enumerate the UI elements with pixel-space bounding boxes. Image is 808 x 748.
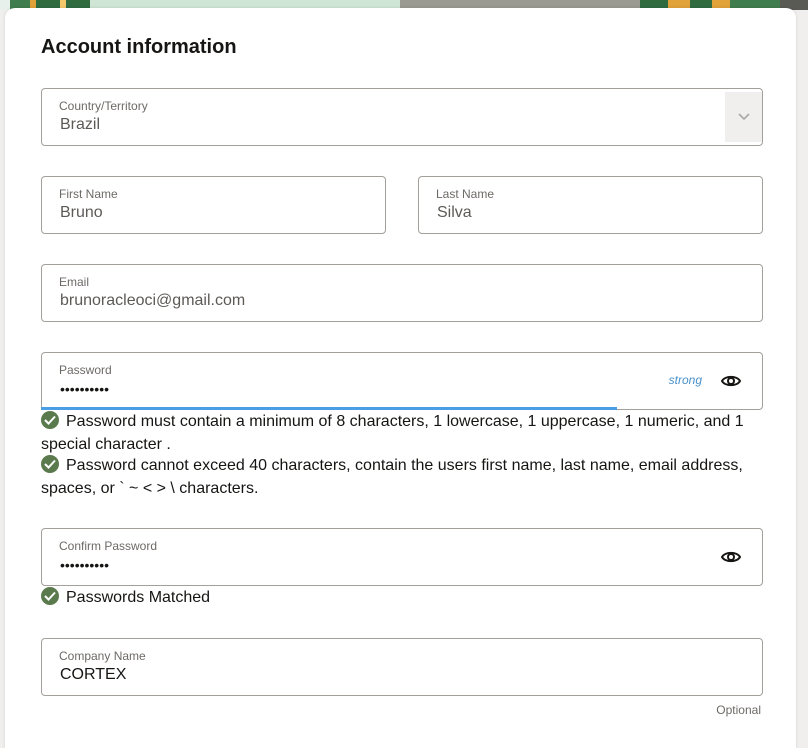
first-name-label: First Name xyxy=(59,187,118,201)
confirm-password-field[interactable]: Confirm Password •••••••••• xyxy=(41,528,763,586)
passwords-matched-message: Passwords Matched xyxy=(41,586,761,609)
password-field[interactable]: Password •••••••••• strong xyxy=(41,352,763,410)
confirm-password-value[interactable]: •••••••••• xyxy=(60,557,109,573)
password-label: Password xyxy=(59,363,112,377)
confirm-password-label: Confirm Password xyxy=(59,539,158,553)
last-name-value[interactable]: Silva xyxy=(437,204,472,222)
password-rule-1: Password must contain a minimum of 8 cha… xyxy=(41,410,761,456)
email-value[interactable]: brunoracleoci@gmail.com xyxy=(60,292,245,310)
country-label: Country/Territory xyxy=(59,99,148,113)
company-name-label: Company Name xyxy=(59,649,146,663)
password-rule-1-text: Password must contain a minimum of 8 cha… xyxy=(41,413,744,453)
company-name-field[interactable]: Company Name CORTEX xyxy=(41,638,763,696)
passwords-matched-text: Passwords Matched xyxy=(66,589,211,606)
password-strength-label: strong xyxy=(668,373,702,387)
password-value[interactable]: •••••••••• xyxy=(60,381,109,397)
email-field[interactable]: Email brunoracleoci@gmail.com xyxy=(41,264,763,322)
check-circle-icon xyxy=(41,587,59,605)
email-label: Email xyxy=(59,275,90,289)
password-rule-2-text: Password cannot exceed 40 characters, co… xyxy=(41,457,743,497)
chevron-down-icon[interactable] xyxy=(725,92,762,142)
company-optional-hint: Optional xyxy=(716,703,761,717)
first-name-value[interactable]: Bruno xyxy=(60,204,103,222)
last-name-label: Last Name xyxy=(436,187,495,201)
password-rule-2: Password cannot exceed 40 characters, co… xyxy=(41,454,761,500)
first-name-field[interactable]: First Name Bruno xyxy=(41,176,386,234)
eye-icon[interactable] xyxy=(720,546,742,568)
check-circle-icon xyxy=(41,455,59,473)
country-value: Brazil xyxy=(60,116,101,133)
company-name-value[interactable]: CORTEX xyxy=(60,666,126,684)
last-name-field[interactable]: Last Name Silva xyxy=(418,176,763,234)
check-circle-icon xyxy=(41,411,59,429)
eye-icon[interactable] xyxy=(720,370,742,392)
country-select[interactable]: Country/Territory Brazil xyxy=(41,88,763,146)
section-title: Account information xyxy=(41,36,237,58)
account-information-card: Account information Country/Territory Br… xyxy=(5,8,796,748)
